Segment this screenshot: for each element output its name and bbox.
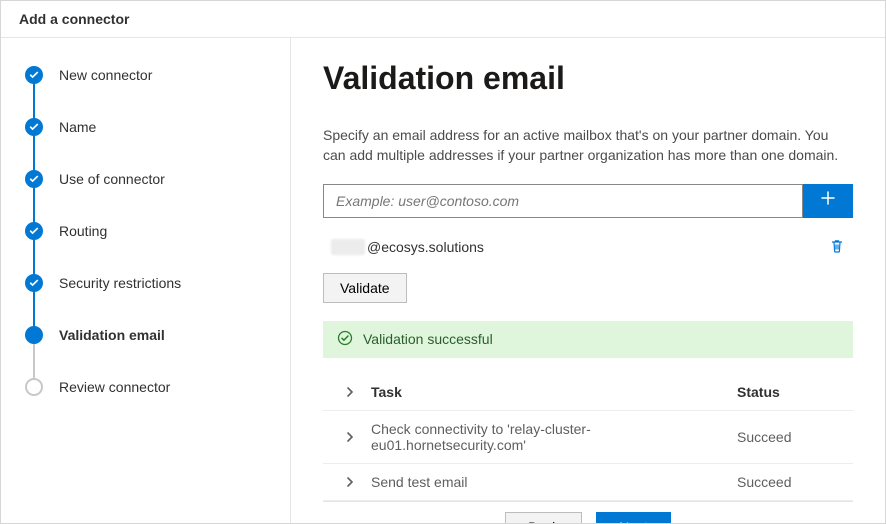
table-row: Check connectivity to 'relay-cluster-eu0… (323, 411, 853, 464)
success-check-icon (337, 330, 353, 349)
step-validation-email[interactable]: Validation email (25, 326, 270, 378)
expand-row-toggle[interactable] (329, 476, 371, 488)
validate-button[interactable]: Validate (323, 273, 407, 303)
delete-email-button[interactable] (825, 234, 849, 261)
plus-icon (820, 189, 836, 212)
step-label: Review connector (59, 379, 170, 395)
page-title: Validation email (323, 60, 853, 97)
main-panel: Validation email Specify an email addres… (291, 38, 885, 523)
task-column-header: Task (371, 384, 737, 400)
window-header: Add a connector (1, 1, 885, 38)
wizard-window: Add a connector New connector Name (0, 0, 886, 524)
results-table-header: Task Status (323, 374, 853, 411)
checkmark-icon (25, 118, 43, 136)
email-address: @ecosys.solutions (367, 239, 825, 255)
expand-all-toggle[interactable] (329, 386, 371, 398)
redacted-text (331, 239, 365, 255)
step-label: Security restrictions (59, 275, 181, 291)
checkmark-icon (25, 66, 43, 84)
wizard-body: New connector Name Use of connector (1, 38, 885, 523)
step-routing[interactable]: Routing (25, 222, 270, 274)
banner-text: Validation successful (363, 331, 493, 347)
back-button[interactable]: Back (505, 512, 582, 523)
task-cell: Send test email (371, 474, 737, 490)
step-sidebar: New connector Name Use of connector (1, 38, 291, 523)
step-label: Name (59, 119, 96, 135)
wizard-footer: Back Next (323, 501, 853, 523)
step-label: Use of connector (59, 171, 165, 187)
page-description: Specify an email address for an active m… (323, 125, 853, 166)
step-label: Routing (59, 223, 107, 239)
current-step-icon (25, 326, 43, 344)
email-list-item: @ecosys.solutions (323, 230, 853, 273)
window-title: Add a connector (19, 11, 129, 27)
email-input[interactable] (323, 184, 803, 218)
checkmark-icon (25, 170, 43, 188)
validation-success-banner: Validation successful (323, 321, 853, 358)
step-name[interactable]: Name (25, 118, 270, 170)
step-security-restrictions[interactable]: Security restrictions (25, 274, 270, 326)
checkmark-icon (25, 222, 43, 240)
task-cell: Check connectivity to 'relay-cluster-eu0… (371, 421, 737, 453)
email-input-row (323, 184, 853, 218)
status-column-header: Status (737, 384, 847, 400)
status-cell: Succeed (737, 474, 847, 490)
step-use-of-connector[interactable]: Use of connector (25, 170, 270, 222)
trash-icon (829, 242, 845, 257)
table-row: Send test email Succeed (323, 464, 853, 501)
checkmark-icon (25, 274, 43, 292)
step-review-connector[interactable]: Review connector (25, 378, 270, 396)
step-new-connector[interactable]: New connector (25, 66, 270, 118)
expand-row-toggle[interactable] (329, 431, 371, 443)
step-label: New connector (59, 67, 152, 83)
add-email-button[interactable] (803, 184, 853, 218)
next-button[interactable]: Next (596, 512, 671, 523)
pending-step-icon (25, 378, 43, 396)
status-cell: Succeed (737, 429, 847, 445)
step-label: Validation email (59, 327, 165, 343)
